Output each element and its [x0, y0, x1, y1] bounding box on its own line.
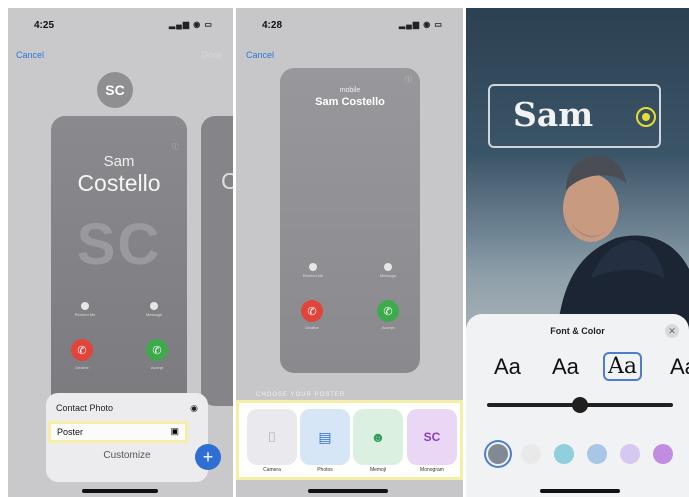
status-bar: 4:28 ▂▄▆ ◉ ▭: [236, 18, 463, 34]
accept-label: Accept: [381, 325, 395, 330]
home-indicator: [82, 489, 158, 493]
monogram-label: Monogram: [420, 467, 444, 473]
font-option-2[interactable]: Aa: [552, 354, 579, 380]
font-color-editor-screen: Sam Font & Color ✕ Aa Aa Aa Aa: [466, 8, 689, 497]
signal-wifi-battery-icon: ▂▄▆ ◉ ▭: [169, 20, 213, 29]
close-icon[interactable]: ✕: [665, 324, 679, 338]
phone-down-icon: ✆: [307, 305, 317, 318]
status-time: 4:25: [34, 20, 55, 31]
decline-label: Decline: [305, 325, 319, 330]
camera-label: Camera: [263, 467, 281, 473]
alarm-icon: [81, 302, 89, 310]
poster-item[interactable]: Poster ▣: [48, 421, 188, 443]
photos-option[interactable]: ▤: [300, 409, 350, 465]
person-circle-icon: ◉: [190, 403, 198, 413]
decline-label: Decline: [75, 365, 89, 370]
accept-label: Accept: [150, 365, 164, 370]
contact-poster-screen: 4:25 ▂▄▆ ◉ ▭ Cancel Done SC ⓘ Sam Costel…: [8, 8, 233, 497]
photos-icon: ▤: [318, 428, 332, 445]
color-swatch[interactable]: [653, 444, 673, 464]
phone-icon: ✆: [383, 305, 393, 318]
color-swatch[interactable]: [620, 444, 640, 464]
photos-label: Photos: [317, 467, 333, 473]
memoji-icon: ☻: [370, 429, 386, 445]
font-option-3[interactable]: Aa: [603, 352, 643, 381]
font-color-sheet: Font & Color ✕ Aa Aa Aa Aa: [466, 314, 689, 497]
status-bar: 4:25 ▂▄▆ ◉ ▭: [8, 18, 233, 34]
accept-button: ✆: [377, 300, 399, 322]
card-first-name: Sam: [103, 153, 135, 170]
plus-icon: +: [202, 446, 214, 467]
poster-card[interactable]: ⓘ Sam Costello SC Remind Me Message ✆ ✆ …: [51, 116, 187, 416]
next-card-letter: C: [221, 168, 233, 194]
message-button: Message: [373, 263, 403, 278]
info-icon: ⓘ: [172, 144, 179, 151]
remind-me-label: Remind Me: [74, 312, 96, 317]
decline-button: ✆: [71, 339, 93, 361]
poster-icon: ▣: [170, 426, 179, 436]
font-option-1[interactable]: Aa: [494, 354, 521, 380]
memoji-label: Memoji: [369, 467, 387, 473]
cancel-button[interactable]: Cancel: [246, 50, 274, 60]
contact-name: Sam Costello: [315, 96, 385, 108]
decline-button: ✆: [301, 300, 323, 322]
choose-poster-heading: CHOOSE YOUR POSTER: [256, 392, 346, 398]
customize-button[interactable]: Customize: [46, 450, 208, 461]
phone-icon: ✆: [152, 344, 162, 357]
color-swatch[interactable]: [554, 444, 574, 464]
done-button[interactable]: Done: [201, 50, 223, 60]
color-swatch[interactable]: [587, 444, 607, 464]
remind-me-button: Remind Me: [298, 263, 328, 278]
camera-option[interactable]: ⌷: [247, 409, 297, 465]
remind-me-button: Remind Me: [70, 302, 100, 317]
alarm-icon: [309, 263, 317, 271]
memoji-option[interactable]: ☻: [353, 409, 403, 465]
message-button: Message: [139, 302, 169, 317]
camera-icon: ⌷: [267, 428, 277, 445]
color-swatch[interactable]: [521, 444, 541, 464]
card-last-name: Costello: [77, 170, 161, 196]
add-button[interactable]: +: [195, 444, 221, 470]
message-label: Message: [145, 312, 163, 317]
accept-button: ✆: [146, 339, 168, 361]
info-icon: ⓘ: [405, 77, 412, 84]
home-indicator: [540, 489, 620, 493]
cancel-button[interactable]: Cancel: [16, 50, 44, 60]
next-poster-card[interactable]: C: [201, 116, 233, 406]
remind-me-label: Remind Me: [302, 273, 324, 278]
monogram-option[interactable]: SC: [407, 409, 457, 465]
phone-down-icon: ✆: [77, 344, 87, 357]
number-label: mobile: [339, 87, 361, 94]
color-swatch[interactable]: [488, 444, 508, 464]
poster-preview-card: ⓘ mobile Sam Costello Remind Me Message …: [280, 68, 420, 373]
weight-slider-thumb[interactable]: [572, 397, 588, 413]
avatar[interactable]: SC: [97, 72, 133, 108]
contact-photo-label: Contact Photo: [56, 403, 114, 413]
message-icon: [150, 302, 158, 310]
poster-name[interactable]: Sam: [513, 95, 593, 134]
message-icon: [384, 263, 392, 271]
color-well-icon[interactable]: [636, 107, 656, 127]
monogram-background: SC: [76, 212, 162, 277]
signal-wifi-battery-icon: ▂▄▆ ◉ ▭: [399, 20, 443, 29]
contact-photo-item[interactable]: Contact Photo ◉: [56, 403, 198, 413]
message-label: Message: [379, 273, 397, 278]
screenshot-collage: 4:25 ▂▄▆ ◉ ▭ Cancel Done SC ⓘ Sam Costel…: [0, 0, 689, 497]
home-indicator: [308, 489, 388, 493]
choose-poster-screen: 4:28 ▂▄▆ ◉ ▭ Cancel ⓘ mobile Sam Costell…: [236, 8, 463, 497]
poster-label: Poster: [57, 427, 84, 437]
status-time: 4:28: [262, 20, 283, 31]
poster-options: ⌷ Camera ▤ Photos ☻ Memoji SC Monogram: [236, 400, 463, 480]
monogram-glyph: SC: [423, 430, 441, 444]
sheet-title: Font & Color: [550, 326, 605, 336]
font-option-4[interactable]: Aa: [670, 354, 689, 380]
